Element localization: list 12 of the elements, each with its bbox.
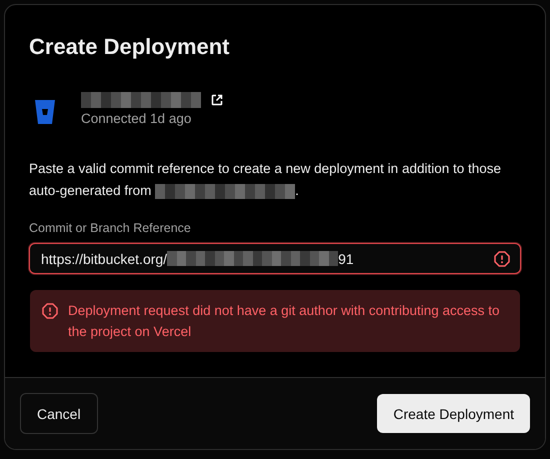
field-label: Commit or Branch Reference bbox=[29, 221, 192, 235]
input-field[interactable]: https://bitbucket.org/ 91 bbox=[29, 243, 521, 274]
bucket-icon bbox=[35, 100, 55, 124]
connection-status: Connected 1d ago bbox=[81, 111, 192, 126]
description-text: Paste a valid commit reference to create a new deployment in addition to those auto-generated from . bbox=[29, 160, 502, 201]
external-link-icon[interactable] bbox=[211, 94, 223, 106]
cancel-button[interactable]: Cancel bbox=[20, 393, 98, 434]
dialog-title: Create Deployment bbox=[29, 33, 231, 61]
error-icon bbox=[42, 303, 58, 319]
error-icon bbox=[494, 250, 510, 266]
error-message: Deployment request did not have a git author with contributing access to the project on Vercel bbox=[68, 302, 500, 341]
create-button[interactable]: Create Deployment bbox=[377, 394, 530, 433]
